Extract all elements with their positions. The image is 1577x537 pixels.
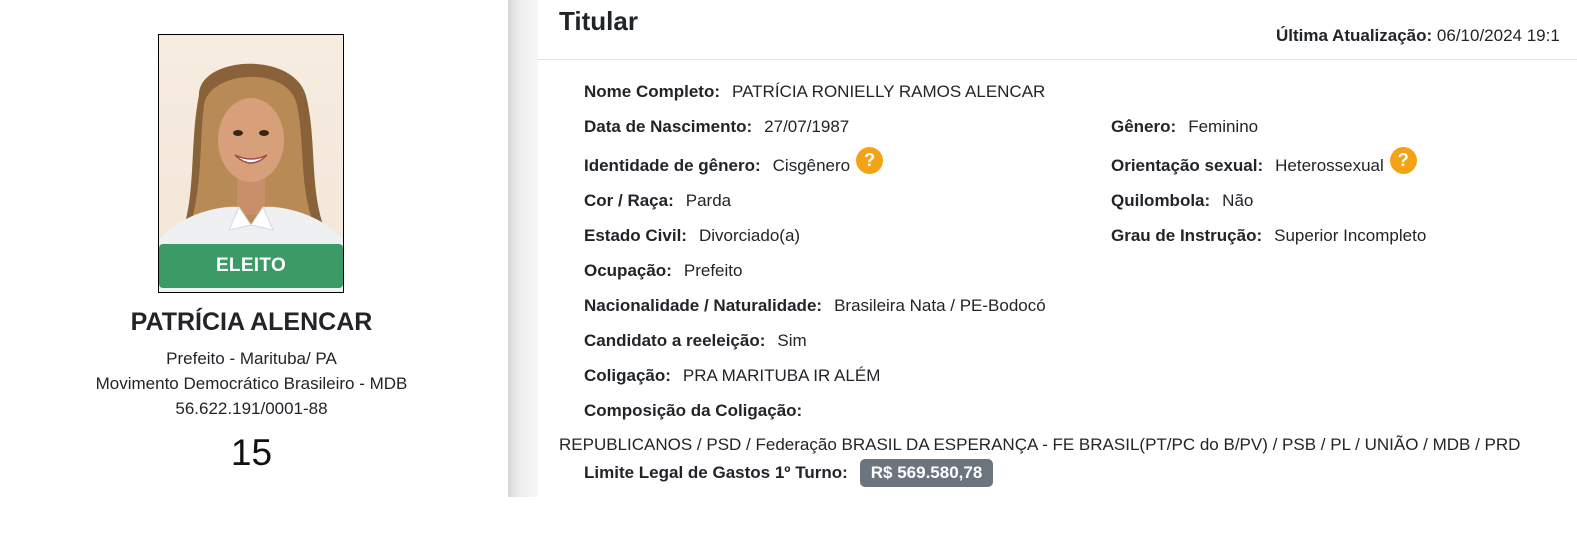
- field-label: Cor / Raça:: [584, 191, 674, 210]
- field-value: 27/07/1987: [764, 117, 850, 136]
- field-reeleicao: Candidato a reeleição: Sim: [584, 331, 807, 351]
- field-composicao-value: REPUBLICANOS / PSD / Federação BRASIL DA…: [559, 435, 1521, 454]
- details-panel: Titular Última Atualização: 06/10/2024 1…: [538, 0, 1577, 537]
- field-limite-gastos: Limite Legal de Gastos 1º Turno: R$ 569.…: [584, 459, 994, 487]
- field-value: Cisgênero: [772, 156, 851, 175]
- candidate-card: ELEITO PATRÍCIA ALENCAR Prefeito - Marit…: [0, 0, 503, 537]
- field-value: Parda: [685, 191, 732, 210]
- field-label: Grau de Instrução:: [1111, 226, 1263, 245]
- field-identidade-genero: Identidade de gênero: Cisgênero ?: [584, 146, 884, 176]
- candidate-cnpj: 56.622.191/0001-88: [175, 399, 328, 418]
- field-label: Data de Nascimento:: [584, 117, 753, 136]
- elected-badge: ELEITO: [159, 244, 343, 288]
- field-value: PATRÍCIA RONIELLY RAMOS ALENCAR: [732, 82, 1046, 101]
- field-value: Feminino: [1188, 117, 1259, 136]
- field-label: Orientação sexual:: [1111, 156, 1264, 175]
- help-icon[interactable]: ?: [856, 146, 884, 174]
- field-cor-raca: Cor / Raça: Parda: [584, 191, 731, 211]
- field-label: Nome Completo:: [584, 82, 720, 101]
- field-label: Estado Civil:: [584, 226, 687, 245]
- last-update-label: Última Atualização:: [1276, 26, 1433, 45]
- field-label: Identidade de gênero:: [584, 156, 761, 175]
- field-orientacao-sexual: Orientação sexual: Heterossexual ?: [1111, 146, 1417, 176]
- field-value: Divorciado(a): [698, 226, 801, 245]
- last-update: Última Atualização: 06/10/2024 19:1: [1276, 26, 1560, 46]
- field-nome-completo: Nome Completo: PATRÍCIA RONIELLY RAMOS A…: [584, 82, 1045, 102]
- panel-divider: [508, 0, 538, 497]
- field-genero: Gênero: Feminino: [1111, 117, 1258, 137]
- section-title: Titular: [559, 6, 638, 36]
- last-update-value: 06/10/2024 19:1: [1436, 26, 1560, 45]
- field-value: Prefeito: [683, 261, 743, 280]
- candidate-office-city: Prefeito - Marituba/ PA: [166, 349, 337, 368]
- field-data-nascimento: Data de Nascimento: 27/07/1987: [584, 117, 849, 137]
- field-value: Brasileira Nata / PE-Bodocó: [834, 296, 1046, 315]
- candidate-number: 15: [230, 432, 273, 473]
- field-label: Gênero:: [1111, 117, 1177, 136]
- candidate-party: Movimento Democrático Brasileiro - MDB: [95, 374, 408, 393]
- field-value: Heterossexual: [1275, 156, 1384, 175]
- field-value: Não: [1222, 191, 1254, 210]
- candidate-photo: ELEITO: [158, 34, 344, 293]
- field-label: Composição da Coligação:: [584, 401, 803, 420]
- spending-limit-badge: R$ 569.580,78: [859, 459, 994, 487]
- field-label: Nacionalidade / Naturalidade:: [584, 296, 823, 315]
- field-label: Candidato a reeleição:: [584, 331, 766, 350]
- field-label: Coligação:: [584, 366, 671, 385]
- field-label: Quilombola:: [1111, 191, 1211, 210]
- field-nacionalidade: Nacionalidade / Naturalidade: Brasileira…: [584, 296, 1046, 316]
- header-separator: [538, 59, 1577, 60]
- field-value: PRA MARITUBA IR ALÉM: [682, 366, 881, 385]
- help-icon[interactable]: ?: [1389, 146, 1417, 174]
- field-ocupacao: Ocupação: Prefeito: [584, 261, 742, 281]
- field-value: Sim: [777, 331, 807, 350]
- field-composicao-label: Composição da Coligação:: [584, 401, 802, 421]
- field-label: Ocupação:: [584, 261, 672, 280]
- field-grau-instrucao: Grau de Instrução: Superior Incompleto: [1111, 226, 1426, 246]
- field-value: Superior Incompleto: [1274, 226, 1427, 245]
- field-quilombola: Quilombola: Não: [1111, 191, 1253, 211]
- candidate-name: PATRÍCIA ALENCAR: [130, 308, 373, 336]
- field-estado-civil: Estado Civil: Divorciado(a): [584, 226, 800, 246]
- field-coligacao: Coligação: PRA MARITUBA IR ALÉM: [584, 366, 880, 386]
- field-label: Limite Legal de Gastos 1º Turno:: [584, 463, 848, 482]
